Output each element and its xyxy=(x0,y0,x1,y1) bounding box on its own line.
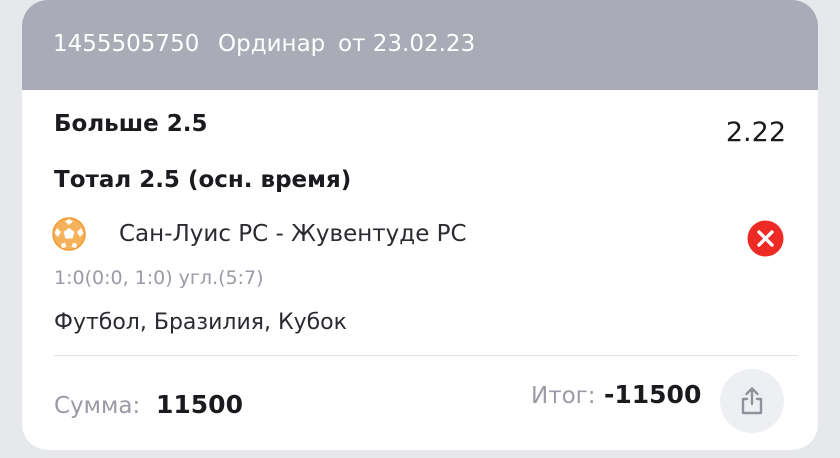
bet-outcome: Больше 2.5 xyxy=(54,111,208,137)
match-title[interactable]: Сан-Луис РС - Жувентуде РС xyxy=(119,221,467,247)
bet-type: Ординар xyxy=(218,31,326,57)
bet-odds: 2.22 xyxy=(725,117,786,148)
result-label: Итог: xyxy=(531,383,596,409)
lost-x-icon xyxy=(747,220,784,257)
bet-card-header: 1455505750 Ординар от 23.02.23 xyxy=(22,0,818,90)
share-icon xyxy=(741,387,763,415)
bet-market: Тотал 2.5 (осн. время) xyxy=(54,167,352,193)
stake-label: Сумма: xyxy=(54,393,141,419)
bet-card: 1455505750 Ординар от 23.02.23 Больше 2.… xyxy=(22,0,818,450)
divider xyxy=(54,355,798,356)
football-icon xyxy=(52,217,86,251)
result-value: -11500 xyxy=(604,380,702,409)
stake-value: 11500 xyxy=(156,390,243,419)
match-score: 1:0(0:0, 1:0) угл.(5:7) xyxy=(54,267,264,289)
bet-id: 1455505750 xyxy=(53,31,200,57)
share-button[interactable] xyxy=(720,369,784,433)
bet-date: от 23.02.23 xyxy=(338,31,476,57)
league: Футбол, Бразилия, Кубок xyxy=(54,310,347,335)
